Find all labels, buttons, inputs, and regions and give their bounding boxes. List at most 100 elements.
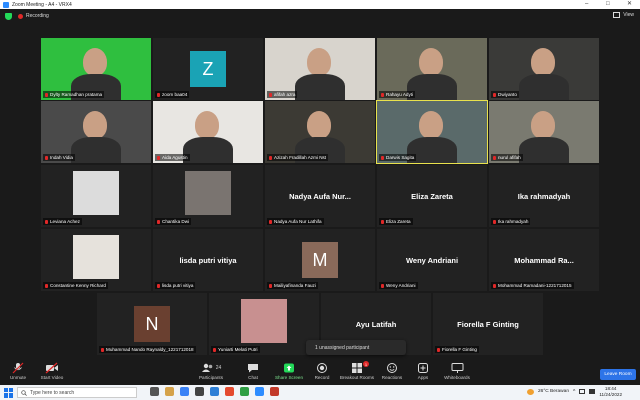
participant-name: Azizah Fradillah Azmi Nst (274, 155, 327, 160)
view-button[interactable]: View (613, 12, 634, 18)
muted-mic-icon (493, 283, 496, 288)
weather-text[interactable]: 26°C Berawan (538, 389, 569, 394)
participant-tile[interactable]: Darwis Sagita (376, 100, 488, 164)
participant-tile[interactable]: nurul afifah (489, 101, 599, 163)
chat-button[interactable]: Chat (233, 362, 273, 380)
tray-chevron-icon[interactable]: ^ (573, 389, 575, 395)
participant-name: Constantine Kenny Richard (50, 283, 106, 288)
participant-tile[interactable]: Rahayu Adyti (377, 38, 487, 100)
search-icon (21, 389, 27, 396)
minimize-icon[interactable]: – (585, 0, 588, 9)
taskbar-search-box[interactable]: Type here to search (17, 387, 137, 398)
participant-avatar: Z (190, 51, 226, 87)
weather-icon (527, 388, 534, 395)
task-view-icon[interactable] (150, 387, 159, 396)
participant-tile[interactable]: Zzoom baa04 (153, 38, 263, 100)
participant-name-label: Azizah Fradillah Azmi Nst (267, 154, 329, 161)
participant-tile[interactable]: Leviana Achez (41, 165, 151, 227)
participant-name-label: Weny Andriani (379, 282, 418, 289)
participant-tile[interactable]: Indah Vidia (41, 101, 151, 163)
network-icon[interactable] (579, 389, 586, 394)
store-icon[interactable] (195, 387, 204, 396)
app-icon[interactable] (240, 387, 249, 396)
participant-tile[interactable]: afifah azra (265, 38, 375, 100)
participant-tile[interactable]: N Muhammad Nando Raynaldy_1221712018 (97, 293, 207, 355)
breakout-rooms-button[interactable]: 1 Breakout Rooms (337, 361, 377, 380)
participant-tile[interactable]: Mohammad Ra... Mohammad Ramadani-12217120… (489, 229, 599, 291)
participants-button[interactable]: 24 Participants (191, 362, 231, 380)
participant-name-label: Leviana Achez (43, 218, 82, 225)
muted-mic-icon (101, 347, 104, 352)
participant-name-label: Mailiyafinanda Fauzi (267, 282, 318, 289)
close-icon[interactable]: ✕ (627, 0, 632, 9)
participant-tile[interactable]: Aida Agustin (153, 101, 263, 163)
participant-tile[interactable]: Nadya Aufa Nur... Nadya Aufa Nur Lathifa (265, 165, 375, 227)
volume-icon[interactable] (589, 389, 596, 394)
zoom-app-icon (3, 1, 9, 8)
participant-tile[interactable]: Constantine Kenny Richard (41, 229, 151, 291)
participant-tile[interactable]: Fiorella F Ginting Fiorella F Ginting (433, 293, 543, 355)
unassigned-participant-tooltip[interactable]: 1 unassigned participant (306, 340, 406, 355)
taskbar-clock[interactable]: 18:44 11/24/2022 (599, 386, 622, 397)
participant-name: Mohammad Ramadani-1221712015 (498, 283, 572, 288)
leave-room-button[interactable]: Leave Room (600, 369, 636, 380)
muted-mic-icon (45, 219, 48, 224)
participant-name: Chantika Dwi (162, 219, 190, 224)
participant-name: Mailiyafinanda Fauzi (274, 283, 316, 288)
participant-name-label: Dwiyanto (491, 91, 519, 98)
participant-name-label: Ika rahmadyah (491, 218, 531, 225)
participant-tile[interactable]: lisda putri vitiya lisda putri vitiya (153, 229, 263, 291)
participant-name-label: Rahayu Adyti (379, 91, 416, 98)
video-off-icon (45, 362, 58, 374)
maximize-icon[interactable]: □ (606, 0, 610, 9)
participant-figure (295, 74, 345, 100)
muted-mic-icon (269, 155, 272, 160)
participants-icon (201, 363, 213, 372)
participant-name: lisda putri vitiya (162, 283, 194, 288)
record-button[interactable]: Record (302, 362, 342, 380)
participant-video-thumbnail (73, 171, 119, 215)
participant-tile[interactable]: Chantika Dwi (153, 165, 263, 227)
edge-icon[interactable] (180, 387, 189, 396)
participant-tile[interactable]: Ika rahmadyah Ika rahmadyah (489, 165, 599, 227)
participant-video-thumbnail (185, 171, 231, 215)
participant-tile[interactable]: Dylty Ramadhan pratama (41, 38, 151, 100)
participant-name-label: afifah azra (267, 91, 298, 98)
zoom-taskbar-icon[interactable] (255, 387, 264, 396)
participant-name-label: Eliza Zareta (379, 218, 413, 225)
muted-mic-icon (45, 155, 48, 160)
participant-tile[interactable]: Dwiyanto (489, 38, 599, 100)
start-video-button[interactable]: Start Video (32, 362, 72, 380)
participant-tile[interactable]: Eliza Zareta Eliza Zareta (377, 165, 487, 227)
muted-mic-icon (45, 92, 48, 97)
participant-tile[interactable]: M Mailiyafinanda Fauzi (265, 229, 375, 291)
whiteboard-icon (451, 363, 463, 373)
muted-mic-icon (381, 283, 384, 288)
participant-name: Muhammad Nando Raynaldy_1221712018 (106, 347, 194, 352)
whiteboards-button[interactable]: Whiteboards (437, 362, 477, 380)
participant-name-label: zoom baa04 (155, 91, 190, 98)
participant-avatar: N (134, 306, 170, 342)
chrome-icon[interactable] (225, 387, 234, 396)
participant-name: Ika rahmadyah (498, 219, 529, 224)
file-explorer-icon[interactable] (165, 387, 174, 396)
participant-figure (83, 48, 107, 76)
whiteboards-label: Whiteboards (444, 375, 470, 380)
windows-taskbar: Type here to search 26°C Berawan ^ 18:44… (0, 385, 640, 400)
security-shield-icon[interactable] (5, 12, 12, 20)
participant-name: zoom baa04 (162, 92, 188, 97)
participant-tile[interactable]: Weny Andriani Weny Andriani (377, 229, 487, 291)
participant-tile[interactable]: Yuniarti Melati Putri (209, 293, 319, 355)
mail-icon[interactable] (210, 387, 219, 396)
participant-tile[interactable]: Azizah Fradillah Azmi Nst (265, 101, 375, 163)
windows-start-icon[interactable] (4, 387, 14, 398)
powerpoint-icon[interactable] (270, 387, 279, 396)
grid-view-icon (613, 12, 621, 18)
search-placeholder: Type here to search (30, 389, 75, 396)
participant-name: Eliza Zareta (386, 219, 411, 224)
muted-mic-icon (437, 347, 440, 352)
muted-mic-icon (493, 219, 496, 224)
participant-name: Darwis Sagita (386, 155, 415, 160)
participant-name: Weny Andriani (386, 283, 416, 288)
participants-label: Participants (198, 375, 223, 380)
